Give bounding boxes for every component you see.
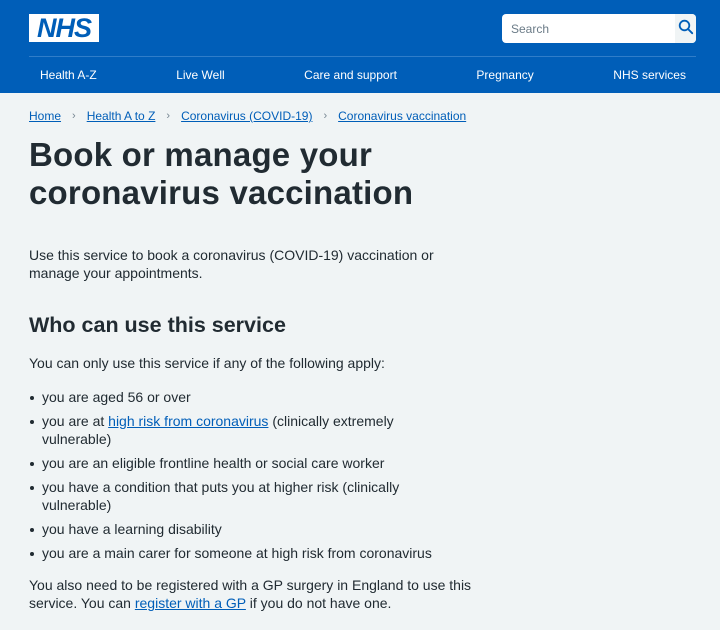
primary-nav: Health A-Z Live Well Care and support Pr… xyxy=(29,58,696,92)
list-item: you are aged 56 or over xyxy=(29,388,449,406)
list-item: you are an eligible frontline health or … xyxy=(29,454,449,472)
breadcrumb-coronavirus-vaccination[interactable]: Coronavirus vaccination xyxy=(338,109,466,123)
high-risk-link[interactable]: high risk from coronavirus xyxy=(108,413,268,429)
search-form xyxy=(502,14,696,43)
lead-paragraph: Use this service to book a coronavirus (… xyxy=(29,247,434,281)
breadcrumb-coronavirus[interactable]: Coronavirus (COVID-19) xyxy=(181,109,312,123)
search-icon xyxy=(678,19,694,38)
list-item: you are at high risk from coronavirus (c… xyxy=(29,412,449,448)
nav-care-and-support[interactable]: Care and support xyxy=(304,68,397,82)
nhs-logo-text: NHS xyxy=(36,13,92,43)
main-content: Home › Health A to Z › Coronavirus (COVI… xyxy=(0,109,720,612)
eligibility-intro: You can only use this service if any of … xyxy=(29,355,385,371)
breadcrumb-home[interactable]: Home xyxy=(29,109,61,123)
chevron-right-icon: › xyxy=(166,110,171,122)
nhs-logo[interactable]: NHS xyxy=(29,14,99,42)
header-top: NHS xyxy=(29,0,696,57)
site-header: NHS Health A-Z Live Well Care and suppor… xyxy=(0,0,720,93)
eligibility-list: you are aged 56 or over you are at high … xyxy=(29,388,449,562)
chevron-right-icon: › xyxy=(323,110,328,122)
page-title: Book or manage your coronavirus vaccinat… xyxy=(29,136,414,211)
breadcrumb-health-a-to-z[interactable]: Health A to Z xyxy=(87,109,156,123)
list-item: you have a learning disability xyxy=(29,520,449,538)
nav-live-well[interactable]: Live Well xyxy=(176,68,224,82)
nav-health-a-z[interactable]: Health A-Z xyxy=(40,68,97,82)
list-item: you are a main carer for someone at high… xyxy=(29,544,449,562)
section-heading: Who can use this service xyxy=(29,313,286,337)
gp-note-suffix: if you do not have one. xyxy=(245,595,392,611)
list-item-prefix: you are at xyxy=(42,413,109,429)
search-input[interactable] xyxy=(502,14,675,43)
nav-nhs-services[interactable]: NHS services xyxy=(613,68,686,82)
register-gp-link[interactable]: register with a GP xyxy=(135,595,246,611)
nav-pregnancy[interactable]: Pregnancy xyxy=(476,68,533,82)
chevron-right-icon: › xyxy=(72,110,76,122)
list-item: you have a condition that puts you at hi… xyxy=(29,478,449,514)
breadcrumb: Home › Health A to Z › Coronavirus (COVI… xyxy=(29,109,691,123)
search-button[interactable] xyxy=(675,14,696,43)
gp-note: You also need to be registered with a GP… xyxy=(29,576,479,612)
